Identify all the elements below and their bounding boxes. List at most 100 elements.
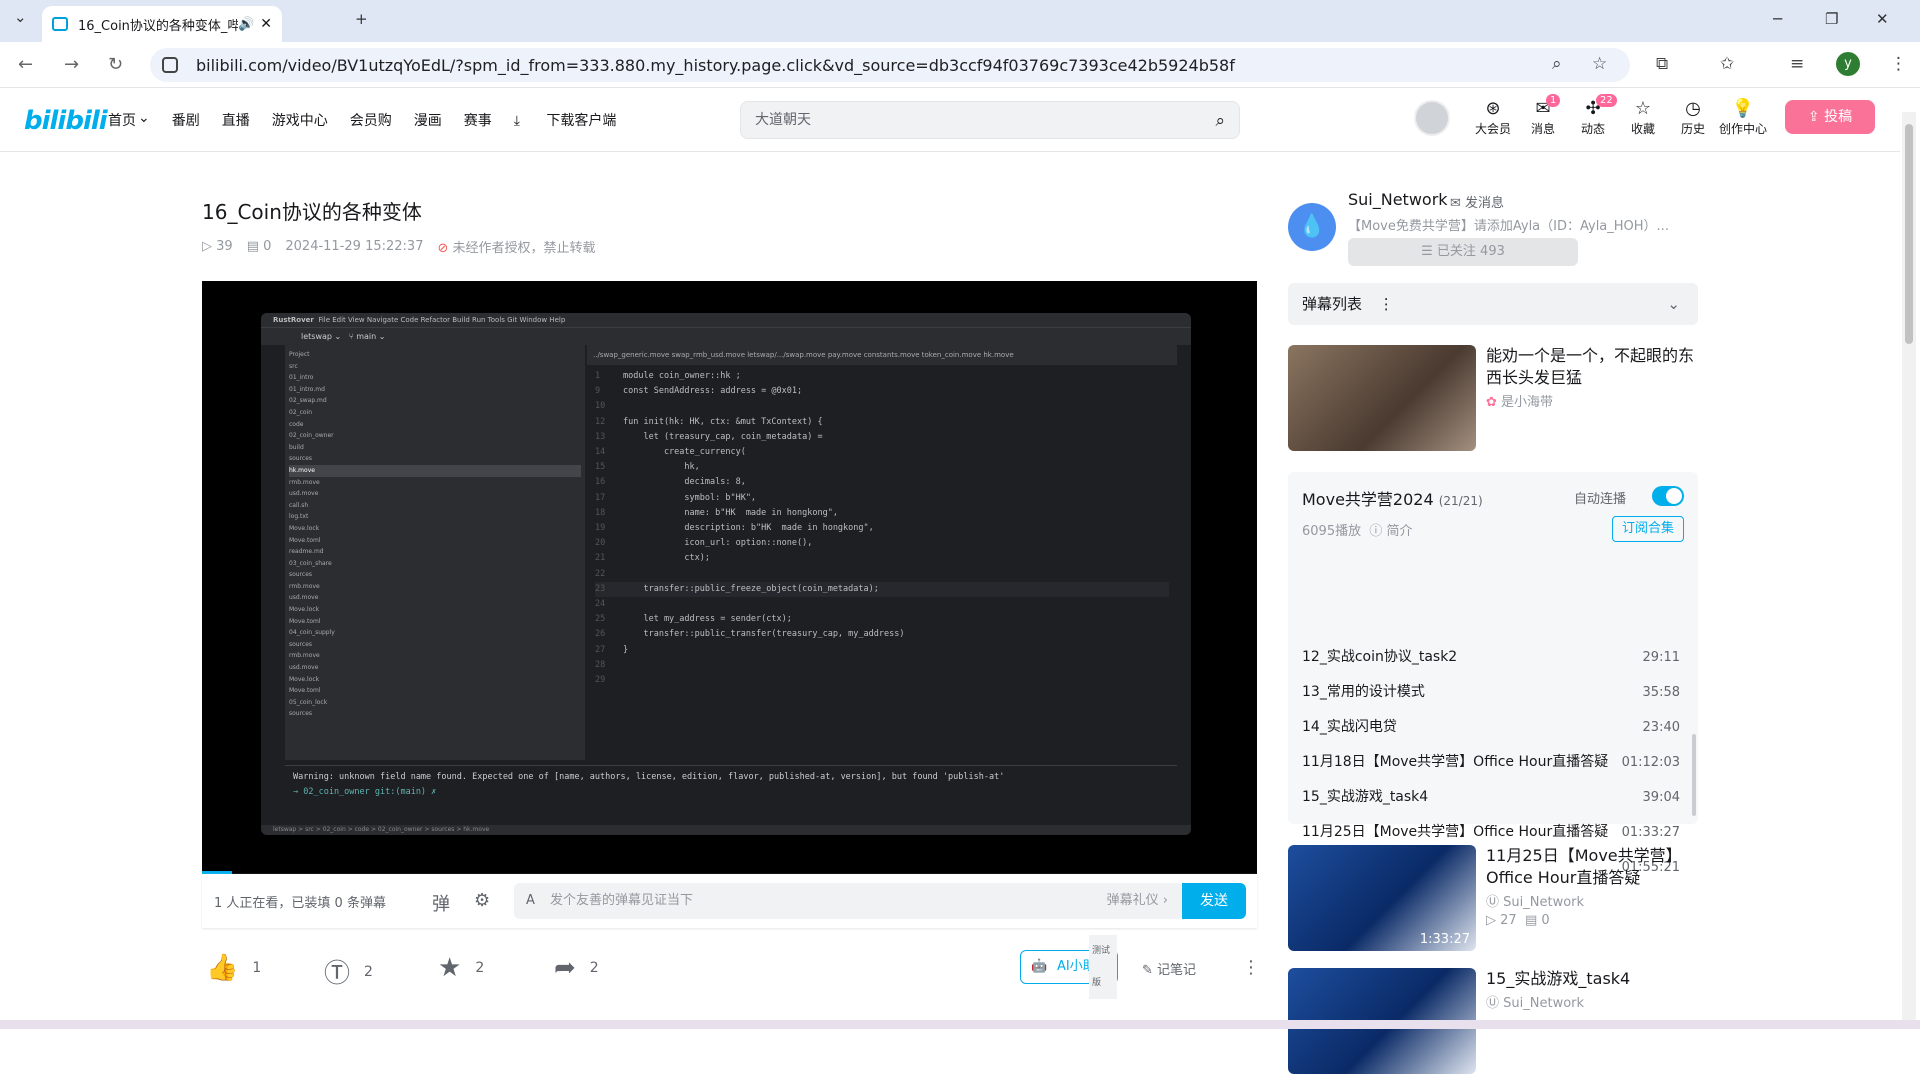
ad-title[interactable]: 能劝一个是一个，不起眼的东西长头发巨猛 bbox=[1486, 345, 1696, 389]
send-danmaku-button[interactable]: 发送 bbox=[1182, 883, 1246, 919]
nav-shop[interactable]: 会员购 bbox=[350, 110, 392, 130]
dynamic-badge: 22 bbox=[1596, 94, 1617, 107]
ai-assistant-button[interactable]: 测试版 🤖 AI小助手 bbox=[1020, 935, 1118, 999]
like-button[interactable]: 👍 1 bbox=[206, 953, 261, 983]
uploader-avatar[interactable]: 💧 bbox=[1288, 203, 1336, 251]
browser-menu-icon[interactable]: ⋮ bbox=[1890, 54, 1907, 74]
danmaku-list-more-icon[interactable]: ⋮ bbox=[1379, 295, 1394, 313]
favorite-button[interactable]: ★ 2 bbox=[438, 953, 484, 983]
coin-button[interactable]: Ⓣ 2 bbox=[324, 953, 373, 990]
new-tab-icon[interactable]: + bbox=[355, 10, 368, 28]
recommendation-title[interactable]: 11月25日【Move共学营】Office Hour直播答疑 bbox=[1486, 845, 1698, 889]
search-icon[interactable]: ⌕ bbox=[1215, 103, 1225, 139]
nav-manga[interactable]: 漫画 bbox=[414, 110, 442, 130]
send-message-link[interactable]: ✉ 发消息 bbox=[1450, 192, 1504, 211]
uploader-name[interactable]: Sui_Network bbox=[1348, 190, 1448, 209]
ide-screenshot: RustRover File Edit View Navigate Code R… bbox=[261, 313, 1191, 835]
ide-tree-item: 05_coin_lock bbox=[289, 698, 328, 706]
header-creator[interactable]: 💡 创作中心 bbox=[1718, 98, 1768, 137]
recommendation-thumbnail[interactable]: 1:33:27 bbox=[1288, 845, 1476, 951]
episode-item[interactable]: 15_实战游戏_task4 39:04 bbox=[1294, 780, 1690, 815]
nav-anime[interactable]: 番剧 bbox=[172, 110, 200, 130]
nav-chevron-icon[interactable]: ⌄ bbox=[138, 110, 150, 130]
episode-item[interactable]: 11月18日【Move共学营】Office Hour直播答疑 01:12:03 bbox=[1294, 745, 1690, 780]
danmaku-etiquette-link[interactable]: 弹幕礼仪 › bbox=[1107, 883, 1168, 919]
autoplay-toggle[interactable] bbox=[1652, 486, 1684, 506]
followed-button[interactable]: ☰ 已关注 493 bbox=[1348, 238, 1578, 266]
episode-scrollbar[interactable] bbox=[1692, 734, 1696, 816]
back-icon[interactable]: ← bbox=[18, 54, 33, 75]
danmaku-list-panel[interactable]: 弹幕列表 ⋮ ⌄ bbox=[1288, 283, 1698, 325]
recommendation-stats: ▷ 27 ▤ 0 bbox=[1486, 913, 1550, 928]
recommendation-card[interactable]: 1:33:27 11月25日【Move共学营】Office Hour直播答疑 Ⓤ… bbox=[1288, 845, 1698, 951]
chevron-down-icon[interactable]: ⌄ bbox=[1667, 283, 1680, 325]
code-text: symbol: b"HK", bbox=[623, 492, 757, 503]
site-info-icon[interactable] bbox=[162, 57, 178, 73]
collection-plays: 6095播放 bbox=[1302, 524, 1362, 539]
collection-intro[interactable]: 简介 bbox=[1387, 524, 1413, 539]
episode-item[interactable]: 12_实战coin协议_task2 29:11 bbox=[1294, 640, 1690, 675]
header-vip[interactable]: ⊛ 大会员 bbox=[1468, 98, 1518, 137]
line-number: 18 bbox=[595, 507, 606, 518]
nav-esports[interactable]: 赛事 bbox=[464, 110, 492, 130]
note-button[interactable]: ✎ 记笔记 bbox=[1142, 959, 1196, 978]
bilibili-logo[interactable]: bilibili bbox=[24, 106, 108, 136]
page-scrollbar[interactable] bbox=[1902, 112, 1916, 1029]
page-scrollbar-thumb[interactable] bbox=[1905, 124, 1913, 344]
danmaku-list-title: 弹幕列表 bbox=[1302, 295, 1363, 313]
zoom-icon[interactable]: ⌕ bbox=[1552, 54, 1562, 74]
danmaku-toggle-icon[interactable]: 弹 bbox=[432, 890, 450, 916]
video-player[interactable]: RustRover File Edit View Navigate Code R… bbox=[202, 281, 1257, 874]
search-input[interactable]: 大道朝天 ⌕ bbox=[740, 101, 1240, 139]
nav-game-center[interactable]: 游戏中心 bbox=[272, 110, 328, 130]
maximize-icon[interactable]: ❐ bbox=[1825, 10, 1838, 28]
extensions-icon[interactable]: ⧉ bbox=[1656, 54, 1668, 74]
favorites-icon[interactable]: ✩ bbox=[1720, 54, 1734, 74]
collection-title[interactable]: Move共学营2024 (21/21) bbox=[1302, 486, 1483, 510]
ad-author[interactable]: ✿ 是小海带 bbox=[1486, 391, 1553, 410]
recommendation-title[interactable]: 15_实战游戏_task4 bbox=[1486, 968, 1698, 990]
code-line: 25 let my_address = sender(ctx); bbox=[595, 612, 1169, 627]
danmaku-input[interactable]: A 发个友善的弹幕见证当下 弹幕礼仪 › bbox=[514, 883, 1184, 919]
subscribe-collection-button[interactable]: 订阅合集 bbox=[1612, 516, 1684, 542]
nav-download-client[interactable]: ⤓ 下载客户端 bbox=[514, 110, 639, 130]
audio-icon[interactable]: 🔊 bbox=[238, 17, 254, 32]
nav-home[interactable]: 首页 bbox=[108, 110, 136, 130]
episode-item[interactable]: 14_实战闪电贷 23:40 bbox=[1294, 710, 1690, 745]
minimize-icon[interactable]: ─ bbox=[1773, 10, 1782, 28]
reload-icon[interactable]: ↻ bbox=[108, 54, 123, 75]
close-tab-icon[interactable]: ✕ bbox=[260, 16, 272, 32]
font-style-icon[interactable]: A bbox=[526, 883, 535, 919]
line-number: 28 bbox=[595, 659, 606, 670]
ide-tree-item: usd.move bbox=[289, 594, 319, 602]
ad-thumbnail[interactable] bbox=[1288, 345, 1476, 451]
close-window-icon[interactable]: ✕ bbox=[1876, 10, 1889, 28]
publish-datetime: 2024-11-29 15:22:37 bbox=[285, 239, 424, 254]
recommendation-author[interactable]: Ⓤ Sui_Network bbox=[1486, 891, 1584, 910]
danmaku-count-icon: ▤ bbox=[246, 239, 264, 254]
tab-search-icon[interactable]: ⌄ bbox=[14, 8, 27, 26]
bookmark-star-icon[interactable]: ☆ bbox=[1592, 54, 1607, 74]
up-icon: Ⓤ bbox=[1486, 895, 1504, 910]
header-history[interactable]: ◷ 历史 bbox=[1668, 98, 1718, 137]
danmaku-settings-icon[interactable]: ⚙ bbox=[474, 890, 490, 911]
episode-item[interactable]: 13_常用的设计模式 35:58 bbox=[1294, 675, 1690, 710]
upload-button[interactable]: ⇪ 投稿 bbox=[1785, 100, 1875, 134]
media-control-icon[interactable]: ≡ bbox=[1790, 54, 1804, 74]
header-dynamic[interactable]: ✣ 22 动态 bbox=[1568, 94, 1618, 137]
more-icon[interactable]: ⋮ bbox=[1242, 957, 1260, 978]
ad-card[interactable]: 能劝一个是一个，不起眼的东西长头发巨猛 ✿ 是小海带 bbox=[1288, 345, 1698, 451]
recommendation-author[interactable]: Ⓤ Sui_Network bbox=[1486, 992, 1584, 1011]
uploader-description: 【Move免费共学营】请添加Ayla（ID：Ayla_HOH）... bbox=[1348, 219, 1669, 234]
header-message[interactable]: ✉ 1 消息 bbox=[1518, 94, 1568, 137]
header-favorite[interactable]: ☆ 收藏 bbox=[1618, 98, 1668, 137]
url-bar[interactable]: bilibili.com/video/BV1utzqYoEdL/?spm_id_… bbox=[150, 48, 1630, 82]
favorite-count: 2 bbox=[475, 960, 485, 976]
nav-live[interactable]: 直播 bbox=[222, 110, 250, 130]
code-line: 15 hk, bbox=[595, 460, 1169, 475]
browser-tab-active[interactable]: 16_Coin协议的各种变体_哔 🔊 ✕ bbox=[42, 6, 282, 42]
forward-icon[interactable]: → bbox=[64, 54, 79, 75]
user-avatar[interactable] bbox=[1414, 100, 1450, 136]
profile-avatar[interactable]: y bbox=[1836, 52, 1860, 76]
share-button[interactable]: ➦ 2 bbox=[554, 953, 599, 983]
